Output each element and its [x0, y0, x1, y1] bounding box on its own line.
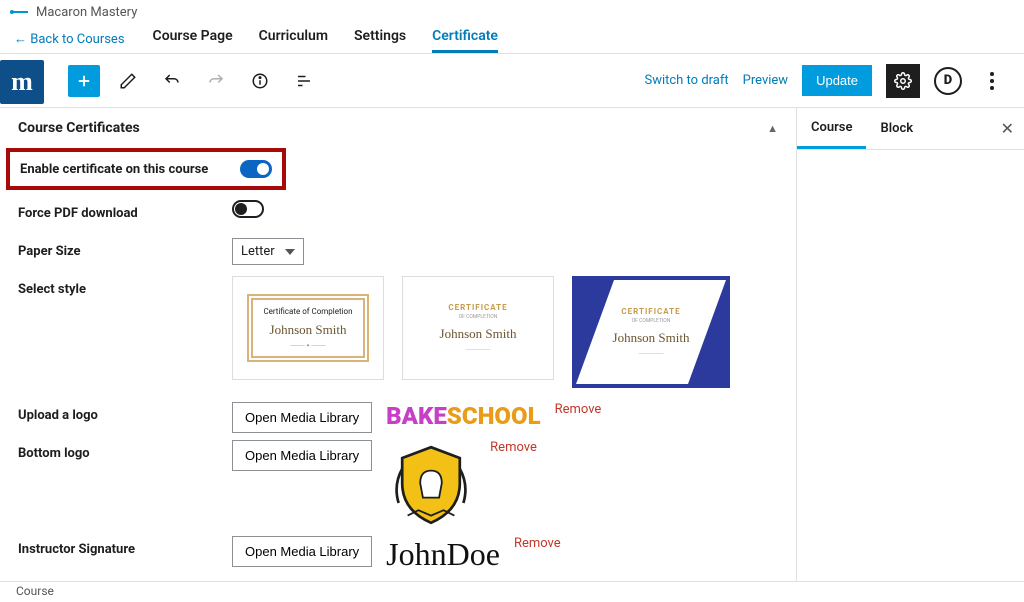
close-sidebar-icon[interactable]: ✕ [1001, 119, 1014, 138]
back-to-courses-link[interactable]: ← Back to Courses [14, 31, 125, 47]
paper-size-label: Paper Size [18, 238, 232, 259]
top-logo-preview: BAKESCHOOL [386, 402, 540, 430]
cert-thumb-title: CERTIFICATE [613, 306, 690, 317]
top-header: ← Back to Courses Course Page Curriculum… [0, 24, 1024, 54]
update-button[interactable]: Update [802, 65, 872, 96]
tab-curriculum[interactable]: Curriculum [259, 24, 328, 53]
certificate-style-2[interactable]: CERTIFICATE OF COMPLETION Johnson Smith … [402, 276, 554, 380]
remove-bottom-logo-link[interactable]: Remove [490, 440, 537, 455]
cert-thumb-name: Johnson Smith [613, 329, 690, 347]
brand-logo[interactable]: m [0, 60, 44, 104]
signature-media-button[interactable]: Open Media Library [232, 536, 372, 567]
force-pdf-toggle[interactable] [232, 200, 264, 218]
cert-thumb-name: Johnson Smith [263, 321, 352, 339]
edit-icon[interactable] [112, 65, 144, 97]
info-icon[interactable] [244, 65, 276, 97]
outline-icon[interactable] [288, 65, 320, 97]
upload-logo-media-button[interactable]: Open Media Library [232, 402, 372, 433]
remove-signature-link[interactable]: Remove [514, 536, 561, 551]
cert-thumb-title: CERTIFICATE [440, 302, 517, 313]
bottom-logo-preview [386, 440, 476, 530]
cert-thumb-name: Johnson Smith [440, 325, 517, 343]
settings-gear-button[interactable] [886, 64, 920, 98]
breadcrumb-bar: Course [0, 581, 1024, 602]
bottom-logo-label: Bottom logo [18, 440, 232, 461]
certificate-style-3[interactable]: CERTIFICATE OF COMPLETION Johnson Smith … [572, 276, 730, 388]
select-style-label: Select style [18, 276, 232, 297]
sidebar-panel: Course Block ✕ [796, 108, 1024, 581]
more-options-icon[interactable] [976, 65, 1008, 97]
remove-top-logo-link[interactable]: Remove [555, 402, 602, 417]
instructor-signature-label: Instructor Signature [18, 536, 232, 557]
page-title: Macaron Mastery [36, 5, 137, 20]
add-block-button[interactable] [68, 65, 100, 97]
enable-certificate-toggle[interactable] [240, 160, 272, 178]
preview-button[interactable]: Preview [743, 73, 788, 88]
tab-course-page[interactable]: Course Page [153, 24, 233, 53]
paper-size-value: Letter [241, 244, 275, 259]
paper-size-select[interactable]: Letter [232, 238, 304, 265]
tab-settings[interactable]: Settings [354, 24, 406, 53]
header-tabs: Course Page Curriculum Settings Certific… [153, 24, 498, 53]
certificate-style-1[interactable]: Certificate of Completion Johnson Smith … [232, 276, 384, 380]
sidebar-tab-block[interactable]: Block [866, 108, 927, 149]
chevron-down-icon [285, 249, 295, 255]
sidebar-tab-course[interactable]: Course [797, 108, 866, 149]
cert-thumb-sub: OF COMPLETION [613, 318, 690, 325]
force-pdf-label: Force PDF download [18, 200, 232, 221]
redo-icon[interactable] [200, 65, 232, 97]
breadcrumb[interactable]: Course [16, 584, 54, 598]
editor-toolbar: Switch to draft Preview Update D [0, 54, 1024, 108]
collapse-panel-icon[interactable]: ▲ [767, 122, 778, 135]
enable-certificate-highlight: Enable certificate on this course [6, 148, 286, 190]
wordpress-mini-logo [10, 7, 28, 17]
cert-thumb-sub: OF COMPLETION [440, 314, 517, 321]
distraction-free-button[interactable]: D [934, 67, 962, 95]
panel-title: Course Certificates [18, 120, 140, 136]
upload-logo-label: Upload a logo [18, 402, 232, 423]
cert-thumb-title: Certificate of Completion [263, 306, 352, 317]
switch-to-draft-button[interactable]: Switch to draft [644, 73, 728, 88]
bottom-logo-media-button[interactable]: Open Media Library [232, 440, 372, 471]
undo-icon[interactable] [156, 65, 188, 97]
signature-preview: JohnDoe [386, 536, 500, 573]
tab-certificate[interactable]: Certificate [432, 24, 498, 53]
main-panel: Course Certificates ▲ Enable certificate… [0, 108, 796, 581]
enable-certificate-label: Enable certificate on this course [20, 162, 234, 177]
